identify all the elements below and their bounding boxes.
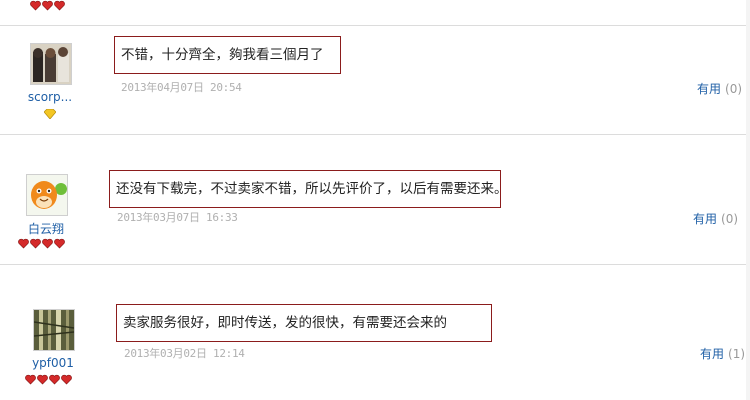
timestamp: 2013年03月07日 16:33 (117, 211, 238, 224)
heart-icon (61, 374, 72, 385)
comment-text: 不错，十分齊全，夠我看三個月了 (114, 36, 341, 74)
timestamp: 2013年03月02日 12:14 (124, 347, 245, 360)
useful-button[interactable]: 有用 (700, 347, 724, 361)
heart-icon (18, 238, 29, 249)
useful-button[interactable]: 有用 (697, 82, 721, 96)
useful-count: (1) (728, 347, 746, 361)
avatar[interactable] (30, 43, 72, 85)
heart-icon (49, 374, 60, 385)
avatar[interactable] (26, 174, 68, 216)
comment-text: 还没有下载完，不过卖家不错，所以先评价了，以后有需要还来。 (109, 170, 501, 208)
heart-icon (54, 238, 65, 249)
username[interactable]: 白云翔 (11, 220, 81, 237)
heart-icon (37, 374, 48, 385)
username[interactable]: ypf001 (18, 356, 88, 370)
heart-icon (30, 0, 41, 11)
scrollbar-track[interactable] (746, 0, 750, 400)
useful-count: (0) (725, 82, 743, 96)
heart-icon (30, 238, 41, 249)
username[interactable]: scorp... (15, 90, 85, 104)
heart-icon (54, 0, 65, 11)
useful-vote: 有用 (0) (693, 210, 738, 227)
useful-vote: 有用 (0) (697, 80, 742, 97)
heart-icon (42, 238, 53, 249)
useful-vote: 有用 (1) (700, 345, 745, 362)
comment-text: 卖家服务很好，即时传送，发的很快，有需要还会来的 (116, 304, 492, 342)
heart-icon (25, 374, 36, 385)
heart-badges (18, 238, 66, 250)
heart-icon (42, 0, 53, 11)
divider (0, 25, 746, 26)
useful-count: (0) (721, 212, 739, 226)
diamond-badge-icon (44, 109, 56, 119)
avatar[interactable] (33, 309, 75, 351)
timestamp: 2013年04月07日 20:54 (121, 81, 242, 94)
heart-badges (25, 374, 73, 386)
divider (0, 134, 746, 135)
divider (0, 264, 746, 265)
useful-button[interactable]: 有用 (693, 212, 717, 226)
top-heart-badges (30, 0, 66, 12)
